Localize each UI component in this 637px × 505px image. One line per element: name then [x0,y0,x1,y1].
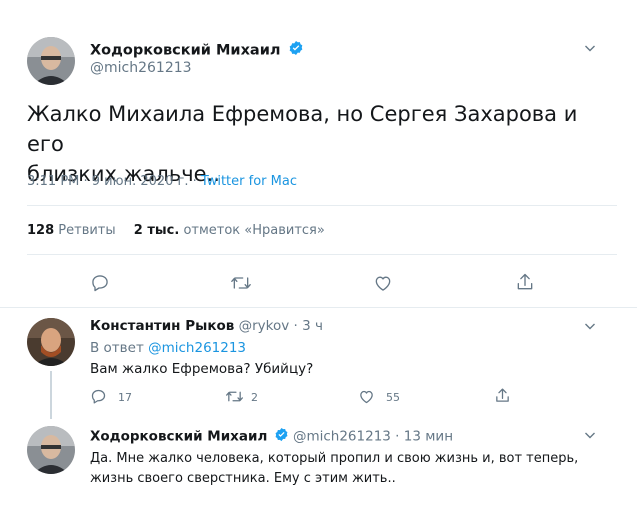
reply1-like-count: 55 [386,391,400,404]
main-author-avatar[interactable] [27,37,75,85]
retweet-icon[interactable] [230,273,252,293]
chevron-down-icon[interactable] [584,42,596,54]
reply2-text-line: жизнь своего сверстника. Ему с этим жить… [90,471,396,486]
reply1-replying-to-handle[interactable]: @mich261213 [148,340,246,356]
reply1-text: Вам жалко Ефремова? Убийцу? [90,361,314,377]
reply1-author-name[interactable]: Константин Рыков [90,318,234,334]
reply2-author-handle[interactable]: @mich261213 [293,429,391,445]
like-icon[interactable] [358,388,375,405]
reply2-sep: · [395,428,400,445]
reply1-retweet-count: 2 [251,391,258,404]
main-author-name[interactable]: Ходорковский Михаил [90,43,280,59]
reply2-author-name[interactable]: Ходорковский Михаил [90,429,267,445]
reply2-text: Да. Мне жалко человека, который пропил и… [90,449,620,489]
divider [0,307,637,308]
reply-icon[interactable] [90,388,107,405]
thread-line [50,371,52,419]
likes-label: отметок «Нравится» [183,223,325,238]
reply1-author-avatar[interactable] [27,318,75,366]
reply1-sep: · [293,318,298,334]
retweets-stat[interactable]: 128 Ретвиты [27,223,120,238]
main-tweet-text-line: Жалко Михаила Ефремова, но Сергея Захаро… [27,102,578,156]
reply1-replying-to-label: В ответ [90,340,144,356]
share-icon[interactable] [515,272,535,292]
verified-badge-icon [274,427,289,446]
retweet-icon[interactable] [225,388,244,405]
likes-count: 2 тыс. [133,223,180,238]
tweet-timestamp[interactable]: 3:11 PM · 9 июн. 2020 г. · [27,174,201,189]
reply-icon[interactable] [90,273,110,293]
chevron-down-icon[interactable] [584,429,596,441]
share-icon[interactable] [494,387,511,404]
reply1-time[interactable]: 3 ч [302,318,323,334]
main-author-handle[interactable]: @mich261213 [90,60,192,76]
reply2-author-avatar[interactable] [27,426,75,474]
like-icon[interactable] [373,273,393,293]
verified-badge-icon [288,40,304,61]
chevron-down-icon[interactable] [584,320,596,332]
retweets-label: Ретвиты [58,223,116,238]
reply1-reply-count: 17 [118,391,132,404]
reply1-author-handle[interactable]: @rykov [239,318,290,334]
likes-stat[interactable]: 2 тыс. отметок «Нравится» [134,223,325,238]
retweets-count: 128 [27,223,55,238]
reply2-text-line: Да. Мне жалко человека, который пропил и… [90,451,579,466]
tweet-source[interactable]: Twitter for Mac [201,174,297,189]
divider [27,254,617,255]
reply2-time[interactable]: 13 мин [404,429,453,445]
divider [27,205,617,206]
